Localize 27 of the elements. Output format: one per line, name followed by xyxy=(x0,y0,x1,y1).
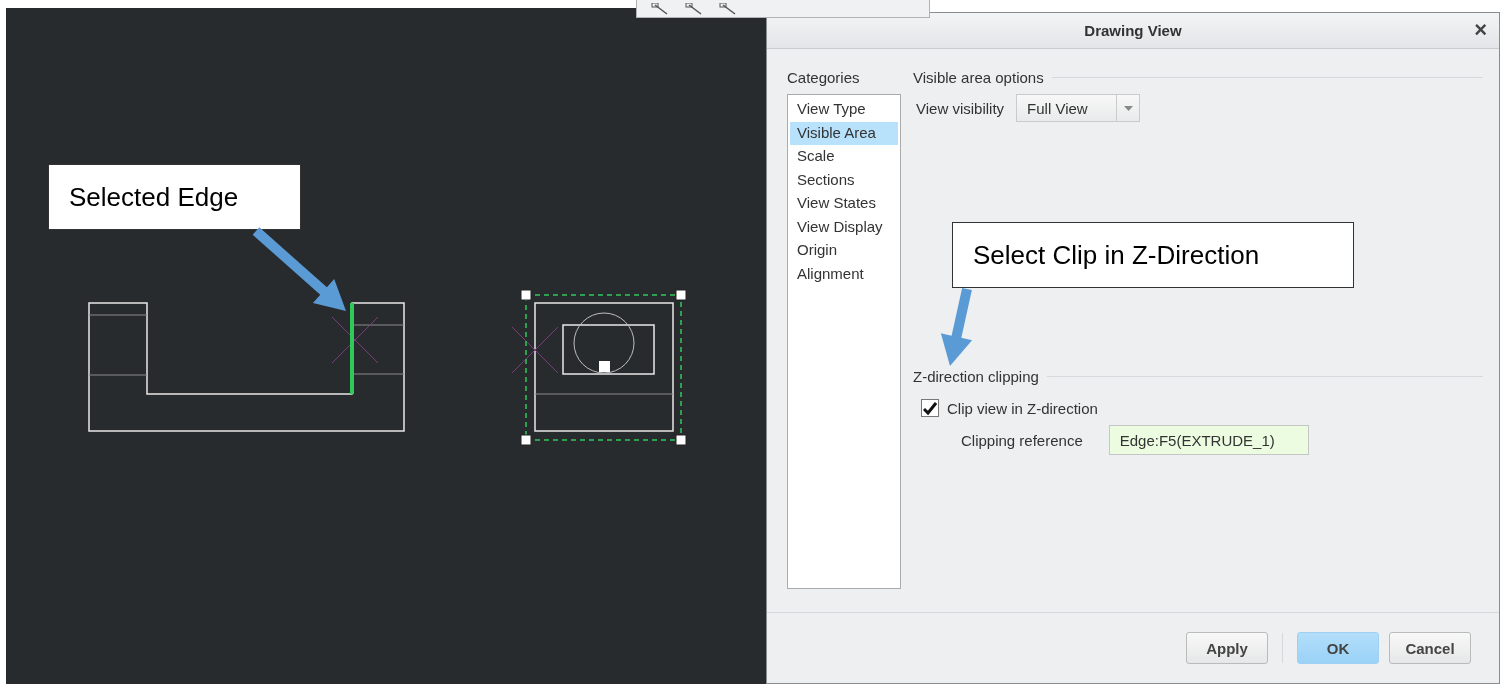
window-title: Drawing View xyxy=(1084,22,1182,39)
field-label: View visibility xyxy=(916,99,1005,117)
visibility-dropdown[interactable]: Full View xyxy=(1016,94,1141,122)
category-item[interactable]: Visible Area xyxy=(790,121,898,145)
close-button[interactable]: × xyxy=(1470,19,1491,41)
reference-field[interactable]: Edge:F5(EXTRUDE_1) xyxy=(1108,425,1309,455)
dialog-button[interactable]: OK xyxy=(1297,632,1379,664)
cross-mark xyxy=(511,326,559,374)
callout-label: Select Clip in Z-Direction xyxy=(952,222,1354,288)
field-label: Clipping reference xyxy=(961,431,1083,449)
category-item[interactable]: Alignment xyxy=(790,262,898,286)
category-item[interactable]: View States xyxy=(790,192,898,216)
clip-checkbox[interactable]: Clip view in Z-direction xyxy=(921,399,1098,417)
section-heading: Z-direction clipping xyxy=(913,368,1039,385)
callout-label: Selected Edge xyxy=(48,164,301,230)
category-item[interactable]: Origin xyxy=(790,239,898,263)
caret-icon xyxy=(1123,105,1133,111)
category-item[interactable]: View Display xyxy=(790,215,898,239)
dialog-button[interactable]: Apply xyxy=(1186,632,1268,664)
category-item[interactable]: Scale xyxy=(790,145,898,169)
category-item[interactable]: Sections xyxy=(790,168,898,192)
category-item[interactable]: View Type xyxy=(790,98,898,122)
section-heading: Visible area options xyxy=(913,69,1044,86)
dialog-button[interactable]: Cancel xyxy=(1389,632,1471,664)
categories-label: Categories xyxy=(787,69,861,86)
cross-mark xyxy=(331,316,379,364)
check-icon xyxy=(923,401,937,415)
